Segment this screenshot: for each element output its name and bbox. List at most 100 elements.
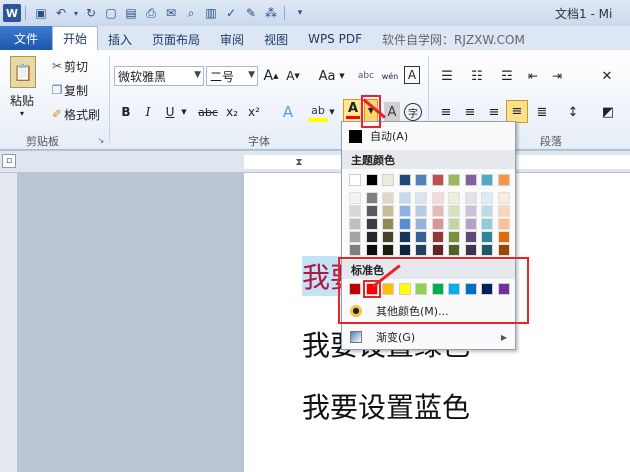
theme-shade-swatch[interactable] — [464, 192, 477, 204]
print-icon[interactable]: ⎙ — [142, 4, 160, 22]
theme-shade-swatch[interactable] — [431, 244, 444, 256]
format-painter-icon[interactable]: ✐ — [50, 107, 64, 121]
tab-file[interactable]: 文件 — [0, 26, 52, 50]
theme-color-swatch[interactable] — [349, 174, 361, 186]
tab-home[interactable]: 开始 — [52, 26, 99, 50]
increase-indent-icon[interactable]: ⇥ — [548, 66, 566, 86]
word-app-icon[interactable]: W — [3, 4, 21, 22]
theme-shade-swatch[interactable] — [349, 244, 361, 256]
strikethrough-button[interactable]: abc — [196, 102, 220, 122]
theme-color-swatch[interactable] — [464, 174, 477, 186]
indent-marker-icon[interactable]: ⧗ — [294, 153, 304, 171]
theme-shade-swatch[interactable] — [349, 231, 361, 243]
paste-icon[interactable]: 📋 — [10, 56, 36, 88]
theme-shade-swatch[interactable] — [497, 192, 510, 204]
theme-shade-swatch[interactable] — [415, 192, 427, 204]
theme-shade-swatch[interactable] — [497, 218, 510, 230]
bold-button[interactable]: B — [116, 102, 136, 122]
theme-shade-swatch[interactable] — [382, 244, 394, 256]
ruler-toggle-icon[interactable]: ▫ — [2, 154, 16, 168]
theme-shade-swatch[interactable] — [464, 231, 477, 243]
email-icon[interactable]: ✉ — [162, 4, 180, 22]
theme-shade-swatch[interactable] — [382, 218, 394, 230]
bullets-icon[interactable]: ☰ — [436, 66, 458, 86]
underline-button[interactable]: U — [160, 102, 180, 122]
grow-font-button[interactable]: A ▲ — [262, 66, 280, 86]
quick-print-icon[interactable]: ▥ — [202, 4, 220, 22]
theme-shade-swatch[interactable] — [497, 244, 510, 256]
theme-shade-swatch[interactable] — [365, 218, 378, 230]
theme-shade-swatch[interactable] — [481, 244, 493, 256]
character-shading-icon[interactable]: A — [384, 102, 400, 122]
line-spacing-icon[interactable]: ↕ — [562, 102, 584, 122]
italic-button[interactable]: I — [138, 102, 158, 122]
theme-shade-swatch[interactable] — [448, 231, 460, 243]
copy-button[interactable]: 复制 — [64, 82, 94, 98]
theme-shade-swatch[interactable] — [365, 231, 378, 243]
format-painter-button[interactable]: 格式刷 — [64, 106, 104, 122]
tab-insert[interactable]: 插入 — [98, 28, 142, 50]
theme-shade-swatch[interactable] — [431, 218, 444, 230]
align-center-icon[interactable]: ≡ — [460, 102, 480, 122]
text-effects-icon[interactable]: A — [278, 102, 298, 122]
theme-color-swatch[interactable] — [382, 174, 394, 186]
highlight-icon[interactable]: ab — [308, 102, 328, 122]
distributed-icon[interactable]: ≣ — [532, 102, 552, 122]
theme-shade-swatch[interactable] — [431, 192, 444, 204]
change-case-dropdown-icon[interactable]: ▼ — [338, 70, 346, 82]
theme-shade-swatch[interactable] — [448, 205, 460, 217]
theme-shade-swatch[interactable] — [481, 218, 493, 230]
theme-shade-swatch[interactable] — [382, 205, 394, 217]
print-preview-icon[interactable]: ⌕ — [182, 4, 200, 22]
undo-dropdown-icon[interactable]: ▾ — [72, 4, 80, 22]
enclose-characters-button[interactable]: 字 — [404, 103, 422, 121]
theme-color-swatch[interactable] — [481, 174, 493, 186]
phonetic-guide-button[interactable]: wén — [380, 66, 400, 86]
copy-icon[interactable]: ❐ — [50, 83, 64, 97]
justify-icon[interactable]: ≡ — [506, 100, 528, 123]
structure-icon[interactable]: ⁂ — [262, 4, 280, 22]
numbering-icon[interactable]: ☷ — [466, 66, 488, 86]
undo-icon[interactable]: ↶ — [52, 4, 70, 22]
theme-shade-swatch[interactable] — [448, 218, 460, 230]
theme-color-swatch[interactable] — [415, 174, 427, 186]
clear-format-icon[interactable]: abc — [356, 66, 376, 86]
theme-shade-swatch[interactable] — [415, 205, 427, 217]
font-name-select[interactable]: 微软雅黑 ▼ — [114, 66, 204, 86]
theme-color-swatch[interactable] — [431, 174, 444, 186]
decrease-indent-icon[interactable]: ⇤ — [524, 66, 542, 86]
theme-shade-swatch[interactable] — [349, 192, 361, 204]
align-right-icon[interactable]: ≡ — [484, 102, 504, 122]
character-border-button[interactable]: A — [404, 66, 420, 84]
theme-shade-swatch[interactable] — [349, 205, 361, 217]
new-document-icon[interactable]: ▢ — [102, 4, 120, 22]
theme-color-swatch[interactable] — [497, 174, 510, 186]
theme-shade-swatch[interactable] — [464, 244, 477, 256]
font-size-select[interactable]: 二号 ▼ — [206, 66, 258, 86]
theme-shade-swatch[interactable] — [448, 192, 460, 204]
theme-shade-swatch[interactable] — [382, 192, 394, 204]
theme-shade-swatch[interactable] — [415, 231, 427, 243]
paste-dropdown-icon[interactable]: ▾ — [14, 108, 30, 118]
paste-button[interactable]: 粘贴 — [4, 92, 40, 108]
chinese-layout-icon[interactable]: ✕ — [596, 66, 618, 86]
theme-shade-swatch[interactable] — [398, 192, 411, 204]
tab-page-layout[interactable]: 页面布局 — [142, 28, 210, 50]
superscript-button[interactable]: x² — [244, 102, 264, 122]
open-folder-icon[interactable]: ▤ — [122, 4, 140, 22]
horizontal-ruler[interactable]: ▫ ⧗ — [0, 151, 630, 173]
theme-shade-swatch[interactable] — [398, 218, 411, 230]
theme-shade-swatch[interactable] — [415, 244, 427, 256]
tab-view[interactable]: 视图 — [254, 28, 298, 50]
theme-shade-swatch[interactable] — [349, 218, 361, 230]
theme-color-swatch[interactable] — [398, 174, 411, 186]
tab-wps-pdf[interactable]: WPS PDF — [298, 28, 372, 50]
theme-shade-swatch[interactable] — [481, 231, 493, 243]
align-left-icon[interactable]: ≡ — [436, 102, 456, 122]
subscript-button[interactable]: x₂ — [222, 102, 242, 122]
theme-shade-swatch[interactable] — [365, 205, 378, 217]
theme-shade-swatch[interactable] — [497, 231, 510, 243]
shading-icon[interactable]: ◩ — [598, 102, 618, 122]
theme-shade-swatch[interactable] — [481, 192, 493, 204]
theme-shade-swatch[interactable] — [398, 205, 411, 217]
